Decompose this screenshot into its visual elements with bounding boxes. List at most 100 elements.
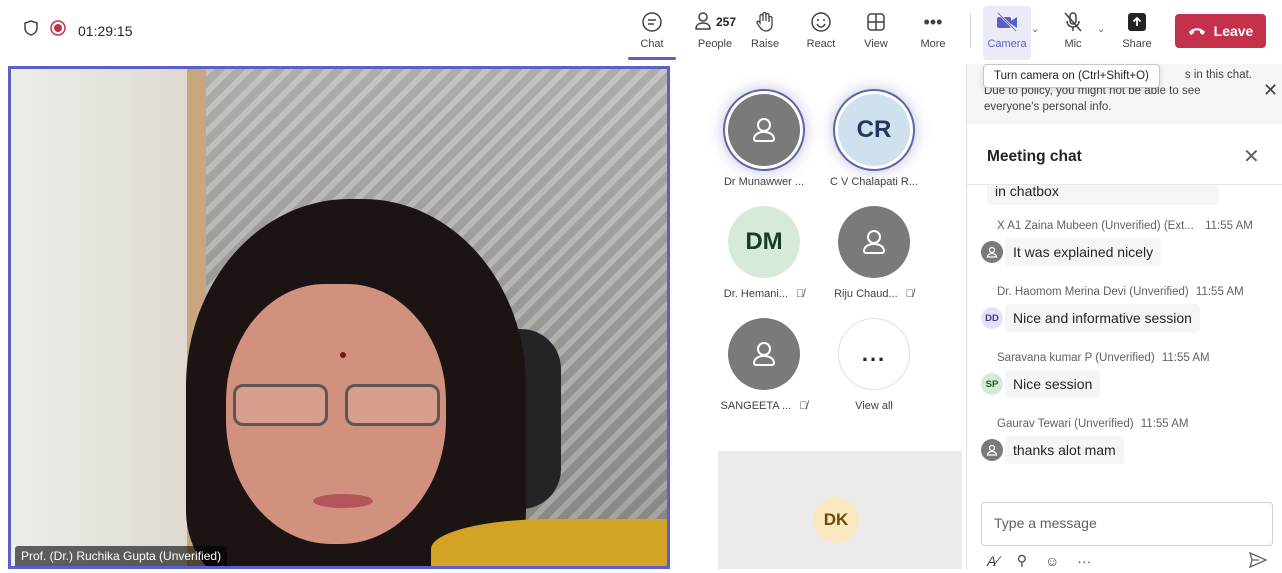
people-count: 257 [715,15,737,29]
message-header: Gaurav Tewari (Unverified) 11:55 AM [997,418,1189,430]
chat-message: It was explained nicely [1005,238,1162,266]
participant-tile[interactable]: CR C V Chalapati R... [814,94,934,188]
chat-button[interactable]: Chat [629,8,675,58]
mic-button[interactable]: Mic [1050,8,1096,58]
video-speaker-clothing [431,519,667,566]
participant-name: SANGEETA ... [720,400,792,412]
sender-name: Saravana kumar P (Unverified) [997,352,1155,364]
person-icon [862,230,886,254]
view-label: View [864,38,888,50]
mic-muted-icon: 🎙̸ [905,288,914,300]
message-time: 11:55 AM [1140,418,1189,430]
participant-tile[interactable]: SANGEETA ... 🎙̸ [704,318,824,412]
hand-icon [754,8,776,36]
participant-tile[interactable]: Riju Chaud... 🎙̸ [814,206,934,300]
mic-muted-icon: 🎙̸ [799,400,808,412]
person-icon [752,118,776,142]
participant-tile[interactable]: DK [718,451,962,569]
sender-name: Dr. Haomom Merina Devi (Unverified) [997,286,1189,298]
close-chat-icon[interactable]: ✕ [1243,144,1260,169]
active-speaker-video[interactable]: Prof. (Dr.) Ruchika Gupta (Unverified) [8,66,670,569]
notice-line-3: everyone's personal info. [984,101,1112,113]
participant-name: Riju Chaud... [834,288,898,300]
mic-options-chevron-icon[interactable]: ⌄ [1097,24,1105,35]
mic-label: Mic [1064,38,1082,50]
camera-options-chevron-icon[interactable]: ⌄ [1031,24,1039,35]
chat-message: thanks alot mam [1005,436,1124,464]
video-speaker-glasses [233,384,443,428]
participant-avatar [728,94,800,166]
camera-off-icon [995,8,1019,36]
chat-message: Nice session [1005,370,1101,398]
message-time: 11:55 AM [1161,352,1210,364]
smiley-icon [810,8,832,36]
people-button[interactable]: 257 People [688,8,742,58]
more-dots-icon: ••• [923,11,943,32]
attach-icon[interactable]: ⚲ [1017,552,1027,569]
participant-name: C V Chalapati R... [829,176,919,188]
chat-label: Chat [640,38,664,50]
share-button[interactable]: Share [1114,8,1160,58]
mic-muted-icon: 🎙̸ [795,288,805,300]
camera-tooltip: Turn camera on (Ctrl+Shift+O) [983,64,1160,88]
raise-label: Raise [750,38,780,50]
sender-name: Gaurav Tewari (Unverified) [997,418,1134,430]
participant-avatar: DK [813,497,859,543]
more-options-icon[interactable]: ··· [1077,553,1091,569]
meeting-toolbar: 01:29:15 Chat 257 People Raise React Vie… [0,0,1282,64]
view-button[interactable]: View [853,8,899,58]
recording-icon [50,20,66,41]
raise-hand-button[interactable]: Raise [742,8,788,58]
close-notice-icon[interactable]: ✕ [1263,80,1278,101]
toolbar-divider [970,14,971,48]
people-label: People [697,38,733,50]
shield-icon [24,20,38,41]
more-label: More [920,38,946,50]
chat-message: in chatbox [987,185,1219,205]
video-speaker-lips [313,494,373,508]
participant-gallery: Dr Munawwer ... CR C V Chalapati R... DM… [690,66,966,569]
person-icon [752,342,776,366]
person-icon [981,439,1003,461]
emoji-icon[interactable]: ☺ [1045,553,1059,569]
meeting-chat-panel: s in this chat. Due to policy, you might… [966,64,1282,569]
camera-label: Camera [987,38,1027,50]
message-time: 11:55 AM [1205,220,1253,232]
video-speaker-bindi [340,352,346,358]
more-button[interactable]: ••• More [910,8,956,58]
share-tray-icon [1126,8,1148,36]
meeting-chat-title: Meeting chat [987,148,1082,165]
video-background-curtain [11,69,206,566]
people-icon [694,10,716,35]
message-header: Saravana kumar P (Unverified) 11:55 AM [997,352,1210,364]
participant-tile[interactable]: DM Dr. Hemani... 🎙̸ [704,206,824,300]
compose-toolbar: A⁄ ⚲ ☺ ··· [987,552,1091,569]
phone-hangup-icon [1188,23,1206,39]
participant-tile[interactable]: Dr Munawwer ... [704,94,824,188]
chat-icon [641,8,663,36]
react-button[interactable]: React [798,8,844,58]
more-dots-icon: ... [838,318,910,390]
speaker-name-tag: Prof. (Dr.) Ruchika Gupta (Unverified) [15,546,228,566]
format-icon[interactable]: A⁄ [987,553,999,569]
react-label: React [806,38,836,50]
leave-button[interactable]: Leave [1175,14,1266,48]
leave-label: Leave [1213,23,1254,39]
message-input[interactable]: Type a message [981,502,1273,546]
active-tab-indicator [628,57,676,60]
sender-avatar: SP [981,373,1003,395]
meeting-status: 01:29:15 [24,20,133,41]
camera-button[interactable]: Camera [984,8,1030,58]
message-time: 11:55 AM [1195,286,1244,298]
send-icon[interactable] [1248,551,1268,573]
chat-message: Nice and informative session [1005,304,1200,332]
view-all-participants-button[interactable]: ... View all [814,318,934,412]
participant-avatar: DM [728,206,800,278]
view-all-label: View all [855,400,893,412]
message-header: Dr. Haomom Merina Devi (Unverified) 11:5… [997,286,1244,298]
share-label: Share [1122,38,1152,50]
grid-view-icon [865,8,887,36]
recording-time: 01:29:15 [78,22,133,39]
message-header: X A1 Zaina Mubeen (Unverified) (Ext... 1… [997,220,1253,232]
chat-message-list[interactable]: in chatbox X A1 Zaina Mubeen (Unverified… [967,185,1282,485]
